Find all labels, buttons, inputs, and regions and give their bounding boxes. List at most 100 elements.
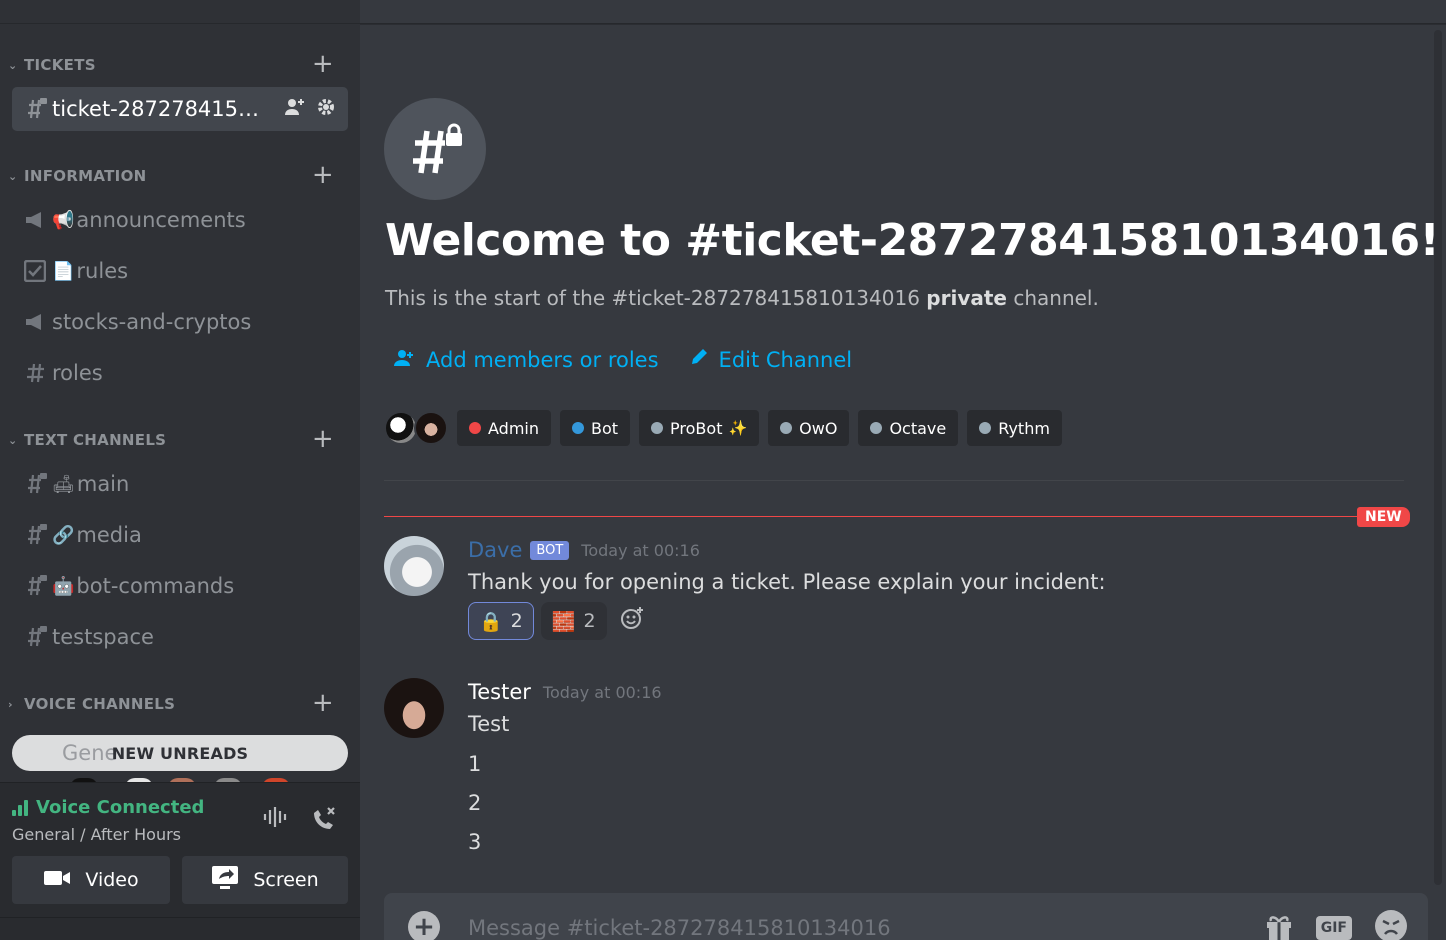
screen-label: Screen xyxy=(253,869,319,891)
gif-button[interactable]: GIF xyxy=(1315,916,1352,940)
author-name[interactable]: Dave xyxy=(468,538,522,562)
chevron-right-icon: › xyxy=(8,697,13,711)
channel-rules[interactable]: 📄 rules xyxy=(12,249,348,293)
edit-channel-link[interactable]: Edit Channel xyxy=(689,347,853,372)
user-panel xyxy=(0,917,360,940)
message-dave: Dave BOT Today at 00:16 Thank you for op… xyxy=(384,536,1424,646)
avatar[interactable] xyxy=(384,678,444,738)
server-header[interactable] xyxy=(0,0,360,24)
channel-roles[interactable]: roles xyxy=(12,351,348,395)
reactions: 🔒 2 🧱 2 xyxy=(468,602,644,640)
gift-icon[interactable] xyxy=(1264,911,1294,940)
noise-suppression-icon[interactable] xyxy=(262,805,290,835)
signal-icon xyxy=(12,799,28,816)
divider xyxy=(384,480,1404,481)
channel-stocks-and-cryptos[interactable]: stocks-and-cryptos xyxy=(12,300,348,344)
channel-media[interactable]: 🔗 media xyxy=(12,513,348,557)
role-chip-owo[interactable]: OwO xyxy=(768,410,850,446)
role-color-dot xyxy=(870,422,883,434)
invite-member-icon[interactable] xyxy=(284,97,306,122)
announcement-icon xyxy=(12,312,52,332)
add-members-label: Add members or roles xyxy=(426,347,659,372)
add-members-link[interactable]: Add members or roles xyxy=(394,347,659,372)
voice-status[interactable]: Voice Connected xyxy=(12,797,204,818)
upload-plus-icon[interactable]: + xyxy=(408,911,440,940)
page-emoji: 📄 xyxy=(52,260,75,282)
scrollbar[interactable] xyxy=(1434,30,1442,885)
couch-emoji: 🛋 xyxy=(52,473,75,495)
edit-channel-label: Edit Channel xyxy=(718,347,853,372)
category-voice-channels[interactable]: › VOICE CHANNELS + xyxy=(8,690,348,716)
author-name[interactable]: Tester xyxy=(468,680,531,704)
role-chip-probot[interactable]: ProBot ✨ xyxy=(639,410,760,446)
channel-testspace[interactable]: testspace xyxy=(12,615,348,659)
brick-emoji: 🧱 xyxy=(551,610,576,633)
camera-icon xyxy=(43,868,71,893)
channel-label: bot-commands xyxy=(76,574,235,598)
channel-main[interactable]: 🛋 main xyxy=(12,462,348,506)
channel-label: testspace xyxy=(52,625,154,649)
private-hash-icon xyxy=(12,625,52,649)
disconnect-icon[interactable] xyxy=(310,805,338,839)
create-channel-icon[interactable]: + xyxy=(312,690,334,716)
role-name: Bot xyxy=(591,418,619,438)
gear-icon[interactable] xyxy=(316,97,336,122)
voice-status-label: Voice Connected xyxy=(36,797,205,818)
add-reaction-icon[interactable] xyxy=(620,606,644,636)
avatar[interactable] xyxy=(384,536,444,596)
message-tester: Tester Today at 00:16 Test 1 2 3 xyxy=(384,678,1424,858)
channel-header xyxy=(360,0,1446,24)
message-input[interactable] xyxy=(468,913,1288,940)
create-channel-icon[interactable]: + xyxy=(312,426,334,452)
channel-ticket[interactable]: ticket-2872784158... xyxy=(12,87,348,131)
channel-bot-commands[interactable]: 🤖 bot-commands xyxy=(12,564,348,608)
message-text: 1 xyxy=(468,752,482,776)
chevron-down-icon: ⌄ xyxy=(8,433,18,447)
voice-location[interactable]: General / After Hours xyxy=(12,825,181,844)
category-label: TEXT CHANNELS xyxy=(24,431,167,449)
message-header: Dave BOT Today at 00:16 xyxy=(468,538,700,562)
role-chip-octave[interactable]: Octave xyxy=(858,410,959,446)
category-information[interactable]: ⌄ INFORMATION + xyxy=(8,162,348,188)
welcome-title: Welcome to #ticket-2872784158101340​16! xyxy=(385,215,1440,266)
timestamp: Today at 00:16 xyxy=(581,540,700,560)
bot-tag: BOT xyxy=(530,540,570,560)
chevron-down-icon: ⌄ xyxy=(8,169,18,183)
lock-emoji: 🔒 xyxy=(479,610,503,633)
category-tickets[interactable]: ⌄ TICKETS + xyxy=(8,51,348,77)
screen-share-button[interactable]: Screen xyxy=(182,856,348,904)
channel-announcements[interactable]: 📢 announcements xyxy=(12,198,348,242)
private-hash-icon xyxy=(12,574,52,598)
new-badge: NEW xyxy=(1357,507,1410,527)
message-text: Thank you for opening a ticket. Please e… xyxy=(468,570,1106,594)
role-color-dot xyxy=(780,422,793,434)
message-text: Test xyxy=(468,712,510,736)
video-button[interactable]: Video xyxy=(12,856,170,904)
channel-label: stocks-and-cryptos xyxy=(52,310,252,334)
megaphone-emoji: 📢 xyxy=(52,209,75,231)
screen-share-icon xyxy=(211,865,239,896)
new-unreads-button[interactable]: Gene NEW UNREADS xyxy=(12,735,348,771)
welcome-actions: Add members or roles Edit Channel xyxy=(394,347,852,372)
role-chip-bot[interactable]: Bot xyxy=(560,410,631,446)
channel-sidebar: ⌄ TICKETS + ticket-2872784158... ⌄ INFOR… xyxy=(0,0,360,940)
member-avatar[interactable] xyxy=(384,411,418,445)
private-hash-icon xyxy=(12,523,52,547)
member-avatar[interactable] xyxy=(414,411,448,445)
new-unreads-label: NEW UNREADS xyxy=(111,743,249,763)
reaction-count: 2 xyxy=(510,610,523,632)
create-channel-icon[interactable]: + xyxy=(312,162,334,188)
role-name: OwO xyxy=(799,418,838,438)
category-label: INFORMATION xyxy=(24,167,147,185)
composer-actions: GIF xyxy=(1264,909,1408,940)
reaction-brick[interactable]: 🧱 2 xyxy=(540,602,607,640)
reaction-lock[interactable]: 🔒 2 xyxy=(468,602,534,640)
role-color-dot xyxy=(979,422,992,434)
channel-label: announcements xyxy=(76,208,246,232)
create-channel-icon[interactable]: + xyxy=(312,51,334,77)
role-chip-rythm[interactable]: Rythm xyxy=(967,410,1062,446)
emoji-picker-icon[interactable] xyxy=(1374,909,1408,940)
role-chip-admin[interactable]: Admin xyxy=(457,410,551,446)
subtitle-suffix: channel. xyxy=(1006,286,1099,310)
category-text-channels[interactable]: ⌄ TEXT CHANNELS + xyxy=(8,426,348,452)
